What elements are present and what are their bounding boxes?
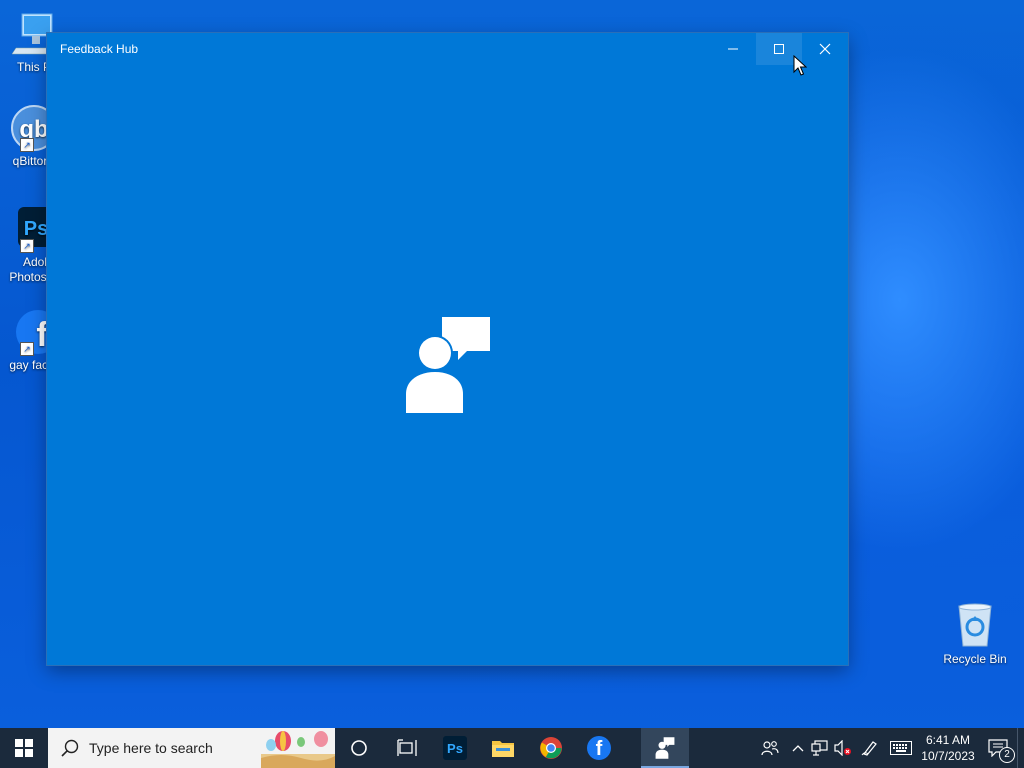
minimize-icon — [728, 48, 738, 50]
desktop-icon-recycle-bin[interactable]: Recycle Bin — [937, 602, 1013, 667]
network-button[interactable] — [809, 728, 831, 768]
network-icon — [811, 740, 828, 756]
chevron-up-icon — [792, 745, 804, 752]
desktop-icon-label: Recycle Bin — [943, 652, 1007, 666]
taskbar-spacer — [623, 728, 641, 768]
recycle-bin-icon — [951, 602, 999, 650]
shortcut-arrow-icon: ↗ — [20, 342, 34, 356]
clock[interactable]: 6:41 AM 10/7/2023 — [917, 728, 979, 768]
taskbar-fill — [689, 728, 753, 768]
photoshop-icon-text: Ps — [447, 740, 463, 756]
maximize-icon — [774, 44, 784, 54]
taskbar-file-explorer[interactable] — [479, 728, 527, 768]
chrome-icon — [540, 737, 562, 759]
touch-keyboard-button[interactable] — [885, 728, 917, 768]
mouse-cursor-icon — [793, 55, 807, 76]
close-button[interactable] — [802, 33, 848, 65]
notification-count-badge: 2 — [999, 747, 1015, 763]
clock-time: 6:41 AM — [925, 733, 971, 747]
taskbar-search-box[interactable]: Type here to search — [48, 728, 335, 768]
show-hidden-icons-button[interactable] — [787, 728, 809, 768]
close-icon — [819, 43, 831, 55]
folder-icon — [492, 741, 514, 757]
window-title: Feedback Hub — [60, 42, 139, 56]
search-highlight-balloons-icon — [261, 731, 335, 768]
task-view-button[interactable] — [383, 728, 431, 768]
taskbar-feedback-hub[interactable] — [641, 728, 689, 768]
clock-date: 10/7/2023 — [921, 749, 975, 763]
pen-icon — [861, 741, 877, 756]
search-placeholder: Type here to search — [89, 740, 213, 756]
cortana-circle-icon — [351, 740, 367, 756]
shortcut-arrow-icon: ↗ — [20, 239, 34, 253]
feedback-hub-logo-icon — [405, 316, 491, 414]
facebook-icon: f — [587, 736, 611, 760]
shortcut-arrow-icon: ↗ — [20, 138, 34, 152]
people-button[interactable] — [753, 728, 787, 768]
pen-workspace-button[interactable] — [855, 728, 885, 768]
desktop: This P qb ↗ qBittor Ps ↗ Adob Photos f ↗… — [0, 0, 1024, 728]
facebook-icon-text: f — [595, 738, 603, 760]
minimize-button[interactable] — [710, 33, 756, 65]
feedback-hub-window[interactable]: Feedback Hub — [47, 33, 848, 665]
cortana-button[interactable] — [335, 728, 383, 768]
taskbar: Type here to search Ps f 6:41 AM 10/7/20… — [0, 728, 1024, 768]
taskbar-photoshop[interactable]: Ps — [431, 728, 479, 768]
start-button[interactable] — [0, 728, 48, 768]
taskbar-chrome[interactable] — [527, 728, 575, 768]
people-icon — [761, 741, 779, 756]
search-icon — [61, 739, 79, 757]
windows-logo-icon — [15, 739, 33, 757]
task-view-icon — [397, 739, 417, 756]
svg-text:Ps: Ps — [24, 218, 48, 240]
show-desktop-button[interactable] — [1017, 728, 1024, 768]
feedback-hub-icon — [655, 737, 675, 759]
volume-muted-icon — [834, 740, 851, 756]
taskbar-facebook[interactable]: f — [575, 728, 623, 768]
touch-keyboard-icon — [890, 741, 912, 755]
volume-button[interactable] — [831, 728, 855, 768]
action-center-button[interactable]: 2 — [979, 728, 1017, 768]
title-bar[interactable]: Feedback Hub — [47, 33, 848, 65]
photoshop-icon: Ps — [443, 736, 467, 760]
